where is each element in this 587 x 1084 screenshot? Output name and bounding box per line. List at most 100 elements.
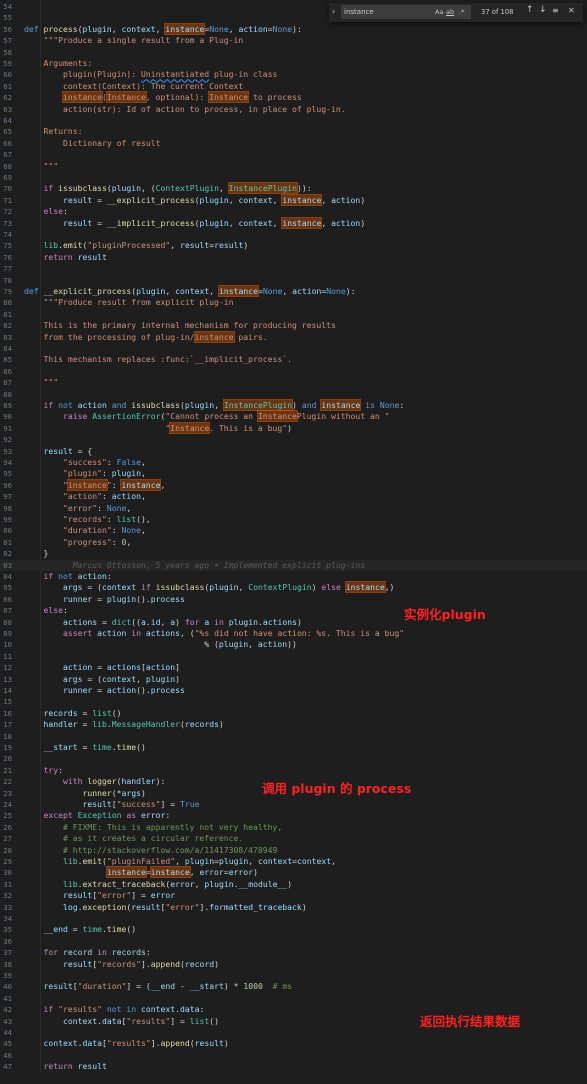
code-line[interactable]: 35 __end = time.time() xyxy=(0,924,587,935)
code-line[interactable]: 74 xyxy=(0,229,587,240)
code-line[interactable]: 37 for record in records: xyxy=(0,947,587,958)
whole-word-toggle[interactable]: ab xyxy=(446,8,454,16)
code-line[interactable]: 46 xyxy=(0,1050,587,1061)
code-line[interactable]: 69 xyxy=(0,172,587,183)
code-line[interactable]: 15 xyxy=(0,696,587,707)
code-line[interactable]: 97 "action": action, xyxy=(0,491,587,502)
code-line[interactable]: 84 xyxy=(0,343,587,354)
code-line[interactable]: 30 instance=instance, error=error) xyxy=(0,866,587,879)
code-line[interactable]: 38 result["records"].append(record) xyxy=(0,959,587,970)
code-line[interactable]: 58 xyxy=(0,47,587,58)
code-line[interactable]: 93 result = { xyxy=(0,446,587,457)
code-line[interactable]: 91 "Instance. This is a bug") xyxy=(0,421,587,434)
code-line[interactable]: 96 "instance": instance, xyxy=(0,478,587,491)
code-line[interactable]: 41 xyxy=(0,993,587,1004)
code-line[interactable]: 62 instance(Instance, optional): Instanc… xyxy=(0,91,587,104)
code-line[interactable]: 59 Arguments: xyxy=(0,58,587,69)
code-line[interactable]: 85 This mechanism replaces :func:`__impl… xyxy=(0,354,587,365)
code-line[interactable]: 65 Returns: xyxy=(0,126,587,137)
code-line[interactable]: 34 xyxy=(0,913,587,924)
code-line[interactable]: 83 from the processing of plug-in/instan… xyxy=(0,330,587,343)
code-line[interactable]: 64 xyxy=(0,115,587,126)
code-line[interactable]: 05 args = (context if issubclass(plugin,… xyxy=(0,581,587,594)
code-line[interactable]: 92 xyxy=(0,434,587,445)
code-line[interactable]: 10 % (plugin, action)) xyxy=(0,639,587,650)
code-line[interactable]: 89 if not action and issubclass(plugin, … xyxy=(0,399,587,411)
code-line[interactable]: 27 # as it creates a circular reference. xyxy=(0,833,587,844)
code-line[interactable]: 70 if issubclass(plugin, (ContextPlugin,… xyxy=(0,182,587,195)
code-line[interactable]: 63 action(str): Id of action to process,… xyxy=(0,104,587,115)
code-line[interactable]: 95 "plugin": plugin, xyxy=(0,468,587,479)
code-line[interactable]: 21 try: xyxy=(0,765,587,776)
code-line[interactable]: 14 runner = action().process xyxy=(0,685,587,696)
match-case-toggle[interactable]: Aa xyxy=(435,8,443,16)
code-line[interactable]: 32 result["error"] = error xyxy=(0,890,587,901)
code-line[interactable]: 02 } xyxy=(0,548,587,559)
find-input[interactable] xyxy=(344,6,434,18)
code-line[interactable]: 36 xyxy=(0,936,587,947)
code-line[interactable]: 24 result["success"] = True xyxy=(0,799,587,810)
close-icon[interactable]: ✕ xyxy=(568,6,575,15)
find-input-box[interactable]: Aa ab .* xyxy=(341,5,471,19)
code-token: () xyxy=(209,1015,219,1026)
code-line[interactable]: 01 "progress": 0, xyxy=(0,537,587,548)
code-line[interactable]: 80 """Produce result from explicit plug-… xyxy=(0,297,587,308)
code-line[interactable]: 28 # http://stackoverflow.com/a/11417308… xyxy=(0,845,587,856)
code-line[interactable]: 45 context.data["results"].append(result… xyxy=(0,1038,587,1049)
code-line[interactable]: 73 result = __implicit_process(plugin, c… xyxy=(0,216,587,229)
code-editor[interactable]: 54 55 56 def process(plugin, context, insta… xyxy=(0,0,587,1073)
regex-toggle[interactable]: .* xyxy=(459,8,464,16)
code-line[interactable]: 81 xyxy=(0,309,587,320)
code-line[interactable]: 29 lib.emit("pluginFailed", plugin=plugi… xyxy=(0,856,587,867)
code-line[interactable]: 79 def __explicit_process(plugin, context… xyxy=(0,285,587,297)
code-line[interactable]: 57 """Produce a single result from a Plu… xyxy=(0,35,587,46)
code-line[interactable]: 25 except Exception as error: xyxy=(0,810,587,821)
code-line[interactable]: 03 Marcus Ottosson, 5 years ago • Implem… xyxy=(0,559,587,571)
code-line[interactable]: 04 if not action: xyxy=(0,571,587,582)
code-line[interactable]: 31 lib.extract_traceback(error, plugin._… xyxy=(0,879,587,890)
code-line[interactable]: 12 action = actions[action] xyxy=(0,662,587,673)
arrow-up-icon[interactable]: ↑ xyxy=(526,5,534,15)
code-line[interactable]: 71 result = __explicit_process(plugin, c… xyxy=(0,193,587,206)
code-line[interactable]: 56 def process(plugin, context, instance=… xyxy=(0,22,587,35)
code-line[interactable]: 75 lib.emit("pluginProcessed", result=re… xyxy=(0,240,587,251)
code-line[interactable]: 07 else: xyxy=(0,605,587,616)
code-line[interactable]: 26 # FIXME: This is apparently not very … xyxy=(0,822,587,833)
code-line[interactable]: 20 xyxy=(0,753,587,764)
code-line[interactable]: 94 "success": False, xyxy=(0,457,587,468)
code-line[interactable]: 60 plugin(Plugin): Uninstantiated plug-i… xyxy=(0,69,587,80)
code-line[interactable]: 09 assert action in actions, ("%s did no… xyxy=(0,628,587,639)
code-line[interactable]: 66 Dictionary of result xyxy=(0,138,587,149)
code-line[interactable]: 33 log.exception(result["error"].formatt… xyxy=(0,902,587,913)
chevron-right-icon[interactable]: › xyxy=(332,7,335,16)
code-line[interactable]: 72 else: xyxy=(0,206,587,217)
code-line[interactable]: 06 runner = plugin().process xyxy=(0,594,587,605)
code-line[interactable]: 39 xyxy=(0,970,587,981)
code-line[interactable]: 11 xyxy=(0,651,587,662)
code-line[interactable]: 00 "duration": None, xyxy=(0,525,587,536)
code-line[interactable]: 68 """ xyxy=(0,161,587,172)
code-line[interactable]: 67 xyxy=(0,149,587,160)
code-line[interactable]: 82 This is the primary internal mechanis… xyxy=(0,320,587,331)
code-line[interactable]: 78 xyxy=(0,275,587,286)
code-line[interactable]: 98 "error": None, xyxy=(0,503,587,514)
code-line[interactable]: 86 xyxy=(0,366,587,377)
code-line[interactable] xyxy=(0,1073,587,1084)
code-line[interactable]: 13 args = (context, plugin) xyxy=(0,674,587,685)
code-line[interactable]: 47 return result xyxy=(0,1061,587,1072)
code-line[interactable]: 40 result["duration"] = (__end - __start… xyxy=(0,981,587,992)
arrow-down-icon[interactable]: ↓ xyxy=(539,5,547,15)
code-line[interactable]: 88 xyxy=(0,389,587,400)
code-line[interactable]: 99 "records": list(), xyxy=(0,514,587,525)
code-line[interactable]: 77 xyxy=(0,263,587,274)
code-line[interactable]: 90 raise AssertionError("Cannot process … xyxy=(0,410,587,423)
code-line[interactable]: 08 actions = dict((a.id, a) for a in plu… xyxy=(0,617,587,628)
code-line[interactable]: 19 __start = time.time() xyxy=(0,742,587,753)
code-line[interactable]: 16 records = list() xyxy=(0,708,587,719)
code-line[interactable]: 61 context(Context): The current Context xyxy=(0,81,587,92)
find-in-selection-icon[interactable]: ≡ xyxy=(552,6,559,15)
code-line[interactable]: 18 xyxy=(0,731,587,742)
code-line[interactable]: 17 handler = lib.MessageHandler(records) xyxy=(0,719,587,730)
code-line[interactable]: 87 """ xyxy=(0,377,587,388)
code-line[interactable]: 76 return result xyxy=(0,252,587,263)
